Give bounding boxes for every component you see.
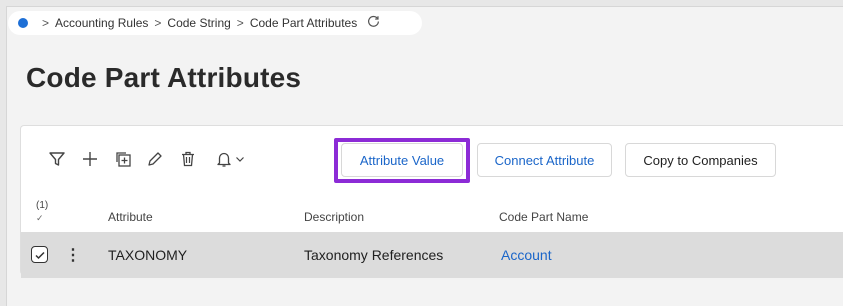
toolbar: Attribute Value Connect Attribute Copy t… — [21, 126, 843, 198]
chevron-down-icon[interactable] — [233, 152, 247, 166]
column-header-code-part-name[interactable]: Code Part Name — [499, 210, 588, 224]
duplicate-icon[interactable] — [113, 149, 133, 169]
filter-icon[interactable] — [47, 149, 67, 169]
home-dot-icon[interactable] — [18, 18, 28, 28]
add-icon[interactable] — [80, 149, 100, 169]
column-header-attribute[interactable]: Attribute — [108, 210, 153, 224]
delete-icon[interactable] — [178, 149, 198, 169]
edit-icon[interactable] — [145, 149, 165, 169]
bell-icon[interactable] — [214, 149, 234, 169]
copy-to-companies-button[interactable]: Copy to Companies — [625, 143, 776, 177]
breadcrumb-item-accounting-rules[interactable]: Accounting Rules — [55, 16, 148, 30]
page-title: Code Part Attributes — [26, 62, 302, 93]
selection-count-label: (1) — [36, 200, 49, 211]
attribute-value-button[interactable]: Attribute Value — [341, 143, 463, 177]
refresh-icon[interactable] — [367, 15, 380, 31]
connect-attribute-button[interactable]: Connect Attribute — [477, 143, 612, 177]
selection-count[interactable]: (1) ✓ — [36, 200, 48, 224]
table-header: (1) ✓ Attribute Description Code Part Na… — [21, 198, 843, 234]
row-menu-icon[interactable]: ⋮ — [65, 245, 81, 265]
breadcrumb: > Accounting Rules > Code String > Code … — [8, 11, 422, 35]
breadcrumb-item-code-part-attributes: Code Part Attributes — [249, 16, 358, 30]
cell-attribute: TAXONOMY — [108, 247, 188, 263]
selection-check-icon: ✓ — [36, 213, 44, 223]
cell-code-part-name-link[interactable]: Account — [501, 247, 552, 263]
list-panel: Attribute Value Connect Attribute Copy t… — [20, 125, 843, 278]
table-row[interactable]: ⋮ TAXONOMY Taxonomy References Account — [21, 232, 843, 278]
breadcrumb-separator: > — [236, 16, 244, 30]
row-checkbox[interactable] — [31, 246, 48, 263]
cell-description: Taxonomy References — [304, 247, 444, 263]
column-header-description[interactable]: Description — [304, 210, 364, 224]
breadcrumb-separator: > — [154, 16, 162, 30]
breadcrumb-separator: > — [42, 16, 50, 30]
breadcrumb-item-code-string[interactable]: Code String — [167, 16, 230, 30]
